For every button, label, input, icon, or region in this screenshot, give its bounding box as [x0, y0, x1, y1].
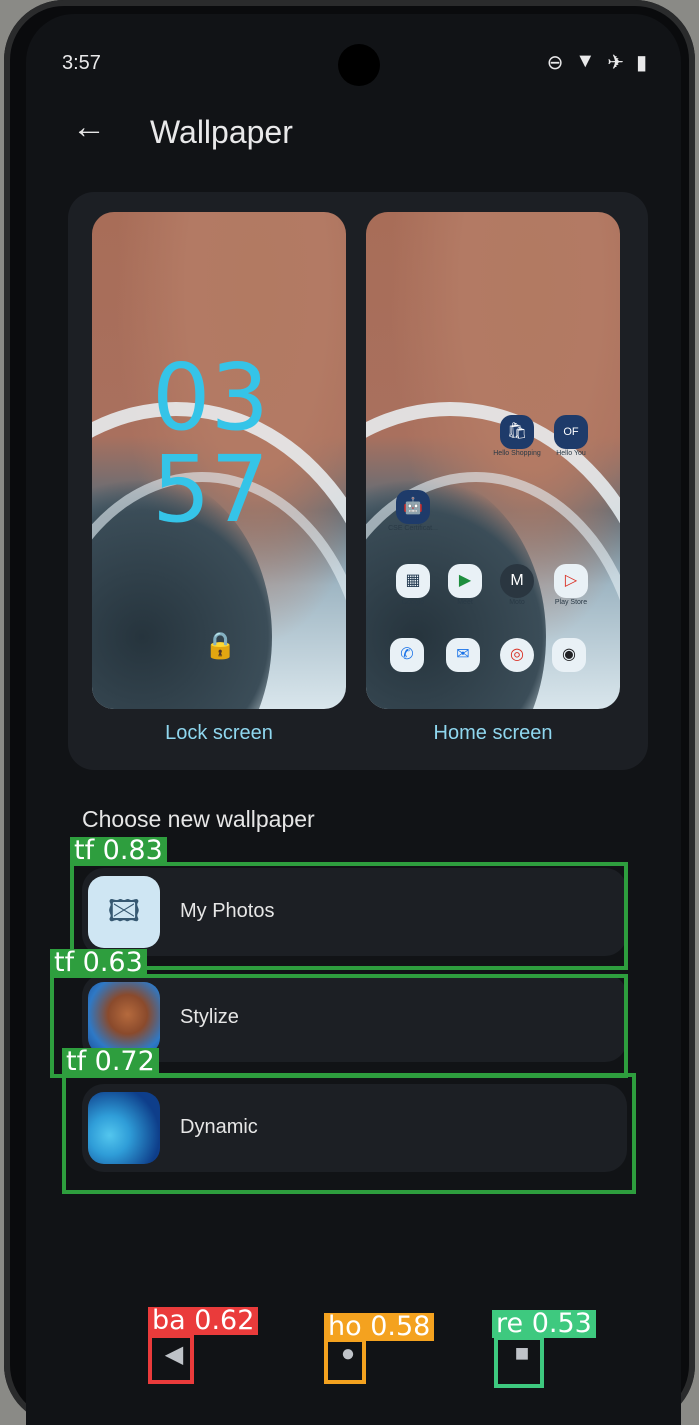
lock-clock: 03 57 — [152, 352, 269, 536]
lock-clock-hours: 03 — [152, 344, 270, 451]
app-icon-google: ▦ — [396, 564, 430, 598]
detection-tag: tf 0.83 — [70, 837, 167, 865]
app-icon-hello-you: OF — [554, 415, 588, 449]
do-not-disturb-icon: ⊖ — [546, 52, 564, 74]
page-title: Wallpaper — [150, 114, 293, 150]
detection-box-my-photos — [70, 862, 628, 970]
detection-box-back — [148, 1334, 194, 1384]
airplane-icon: ✈ — [607, 52, 624, 74]
phone-screen: 3:57 ⊖ ▼ ✈ ▮ ← Wallpaper 03 57 🔒 Lock sc… — [26, 14, 681, 1425]
home-screen-label[interactable]: Home screen — [366, 722, 620, 745]
section-title: Choose new wallpaper — [82, 806, 315, 832]
back-arrow-icon[interactable]: ← — [72, 110, 106, 144]
lock-screen-label[interactable]: Lock screen — [92, 722, 346, 745]
detection-box-dynamic — [62, 1073, 636, 1194]
detection-tag: ba 0.62 — [148, 1307, 259, 1335]
home-screen-preview[interactable]: 🛍 Hello Shopping OF Hello You 🤖 CSE Cert… — [366, 212, 620, 709]
app-caption: Play Store — [554, 599, 588, 606]
status-icons: ⊖ ▼ ✈ ▮ — [547, 50, 647, 75]
wallpaper-preview-card: 03 57 🔒 Lock screen 🛍 Hello Shopping OF … — [68, 192, 648, 770]
messages-app-icon: ✉ — [446, 638, 480, 672]
camera-app-icon: ◉ — [552, 638, 586, 672]
camera-punch-hole — [338, 44, 380, 86]
detection-tag: ho 0.58 — [324, 1313, 435, 1341]
phone-app-icon: ✆ — [390, 638, 424, 672]
lock-clock-minutes: 57 — [152, 436, 270, 543]
detection-tag: tf 0.63 — [50, 949, 147, 977]
detection-box-recents — [494, 1336, 544, 1388]
chrome-app-icon: ◎ — [500, 638, 534, 672]
lock-icon: 🔒 — [204, 630, 237, 660]
status-time: 3:57 — [62, 52, 101, 74]
app-caption: CSE Certificat... — [388, 525, 438, 532]
app-icon-certificate: 🤖 — [396, 490, 430, 524]
phone-frame: 3:57 ⊖ ▼ ✈ ▮ ← Wallpaper 03 57 🔒 Lock sc… — [4, 0, 695, 1425]
detection-tag: re 0.53 — [492, 1310, 596, 1338]
app-icon-shopping: 🛍 — [500, 415, 534, 449]
wifi-icon: ▼ — [575, 50, 596, 72]
app-icon-moto: M — [500, 564, 534, 598]
app-icon-meet: ▶ — [448, 564, 482, 598]
detection-tag: tf 0.72 — [62, 1048, 159, 1076]
battery-icon: ▮ — [635, 52, 647, 74]
detection-box-home — [324, 1338, 366, 1384]
lock-screen-preview[interactable]: 03 57 🔒 — [92, 212, 346, 709]
app-icon-play-store: ▷ — [554, 564, 588, 598]
app-caption: Hello You — [556, 450, 586, 457]
